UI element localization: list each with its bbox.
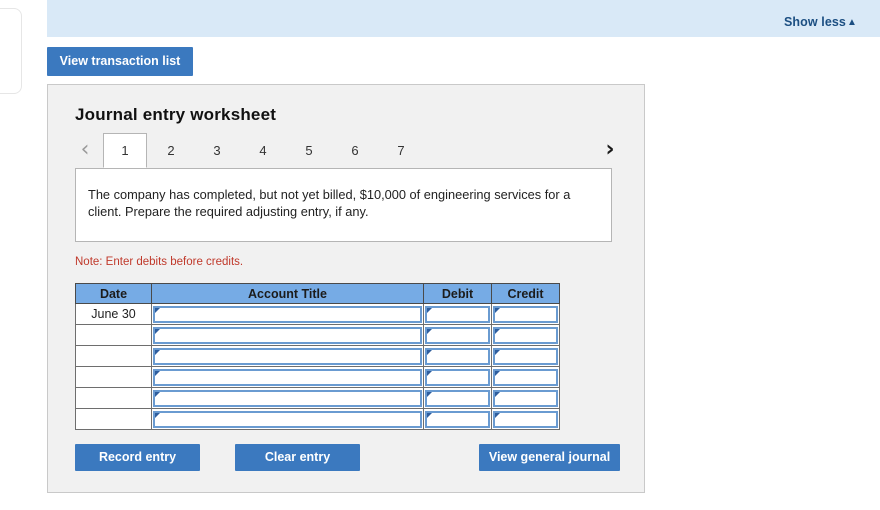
show-less-toggle[interactable]: Show less▲ xyxy=(784,15,857,29)
debit-cell[interactable] xyxy=(423,366,492,388)
credit-input[interactable] xyxy=(493,305,558,323)
credit-input[interactable] xyxy=(493,347,558,365)
page-title: Journal entry worksheet xyxy=(75,105,277,124)
debit-cell[interactable] xyxy=(423,324,492,346)
account-title-input[interactable] xyxy=(153,326,422,344)
account-title-cell[interactable] xyxy=(151,366,424,388)
debit-input[interactable] xyxy=(425,305,490,323)
table-row xyxy=(75,345,560,367)
credit-cell[interactable] xyxy=(491,408,560,430)
info-banner: Show less▲ xyxy=(47,0,880,37)
credit-cell[interactable] xyxy=(491,387,560,409)
credit-input[interactable] xyxy=(493,410,558,428)
debit-cell[interactable] xyxy=(423,387,492,409)
credit-input[interactable] xyxy=(493,368,558,386)
tab-5[interactable]: 5 xyxy=(287,133,331,168)
show-less-label: Show less xyxy=(783,15,846,29)
table-row: June 30 xyxy=(75,303,560,325)
account-title-cell[interactable] xyxy=(151,345,424,367)
account-title-cell[interactable] xyxy=(151,303,424,325)
debit-cell[interactable] xyxy=(423,345,492,367)
account-title-cell[interactable] xyxy=(151,387,424,409)
date-cell[interactable] xyxy=(75,324,152,346)
debit-cell[interactable] xyxy=(423,408,492,430)
table-row xyxy=(75,324,560,346)
clear-entry-button[interactable]: Clear entry xyxy=(235,444,360,471)
credit-input[interactable] xyxy=(493,326,558,344)
table-row xyxy=(75,408,560,430)
tab-3[interactable]: 3 xyxy=(195,133,239,168)
account-title-input[interactable] xyxy=(153,410,422,428)
credit-cell[interactable] xyxy=(491,324,560,346)
journal-entry-table: Date Account Title Debit Credit June 30 xyxy=(75,283,560,430)
credit-cell[interactable] xyxy=(491,345,560,367)
tab-2[interactable]: 2 xyxy=(149,133,193,168)
tab-4[interactable]: 4 xyxy=(241,133,285,168)
credit-cell[interactable] xyxy=(491,303,560,325)
tab-6[interactable]: 6 xyxy=(333,133,377,168)
previous-tab-icon[interactable]: ‹ xyxy=(75,137,95,163)
account-title-input[interactable] xyxy=(153,368,422,386)
debit-input[interactable] xyxy=(425,368,490,386)
column-header-date: Date xyxy=(75,283,152,304)
record-entry-button[interactable]: Record entry xyxy=(75,444,200,471)
debit-input[interactable] xyxy=(425,389,490,407)
offscreen-panel-fragment xyxy=(0,8,22,94)
table-row xyxy=(75,366,560,388)
table-row xyxy=(75,387,560,409)
date-cell[interactable] xyxy=(75,387,152,409)
account-title-cell[interactable] xyxy=(151,408,424,430)
tab-1[interactable]: 1 xyxy=(103,133,147,168)
column-header-credit: Credit xyxy=(491,283,560,304)
account-title-input[interactable] xyxy=(153,389,422,407)
column-header-debit: Debit xyxy=(423,283,492,304)
transaction-description-box: The company has completed, but not yet b… xyxy=(75,168,612,242)
credit-input[interactable] xyxy=(493,389,558,407)
column-header-account-title: Account Title xyxy=(151,283,424,304)
date-cell[interactable]: June 30 xyxy=(75,303,152,325)
account-title-input[interactable] xyxy=(153,347,422,365)
debit-input[interactable] xyxy=(425,410,490,428)
caret-up-icon: ▲ xyxy=(847,17,857,28)
date-cell[interactable] xyxy=(75,408,152,430)
debit-input[interactable] xyxy=(425,347,490,365)
credit-cell[interactable] xyxy=(491,366,560,388)
journal-entry-worksheet-panel: Journal entry worksheet ‹ › 1 2 3 4 5 6 … xyxy=(47,84,645,493)
tab-7[interactable]: 7 xyxy=(379,133,423,168)
next-tab-icon[interactable]: › xyxy=(600,137,620,163)
transaction-description-text: The company has completed, but not yet b… xyxy=(88,187,571,219)
debit-input[interactable] xyxy=(425,326,490,344)
view-transaction-list-button[interactable]: View transaction list xyxy=(47,47,193,76)
worksheet-tab-strip: ‹ › 1 2 3 4 5 6 7 xyxy=(75,133,620,169)
view-general-journal-button[interactable]: View general journal xyxy=(479,444,620,471)
account-title-input[interactable] xyxy=(153,305,422,323)
debits-before-credits-note: Note: Enter debits before credits. xyxy=(75,256,244,268)
table-header-row: Date Account Title Debit Credit xyxy=(75,283,560,304)
date-cell[interactable] xyxy=(75,366,152,388)
debit-cell[interactable] xyxy=(423,303,492,325)
account-title-cell[interactable] xyxy=(151,324,424,346)
date-cell[interactable] xyxy=(75,345,152,367)
